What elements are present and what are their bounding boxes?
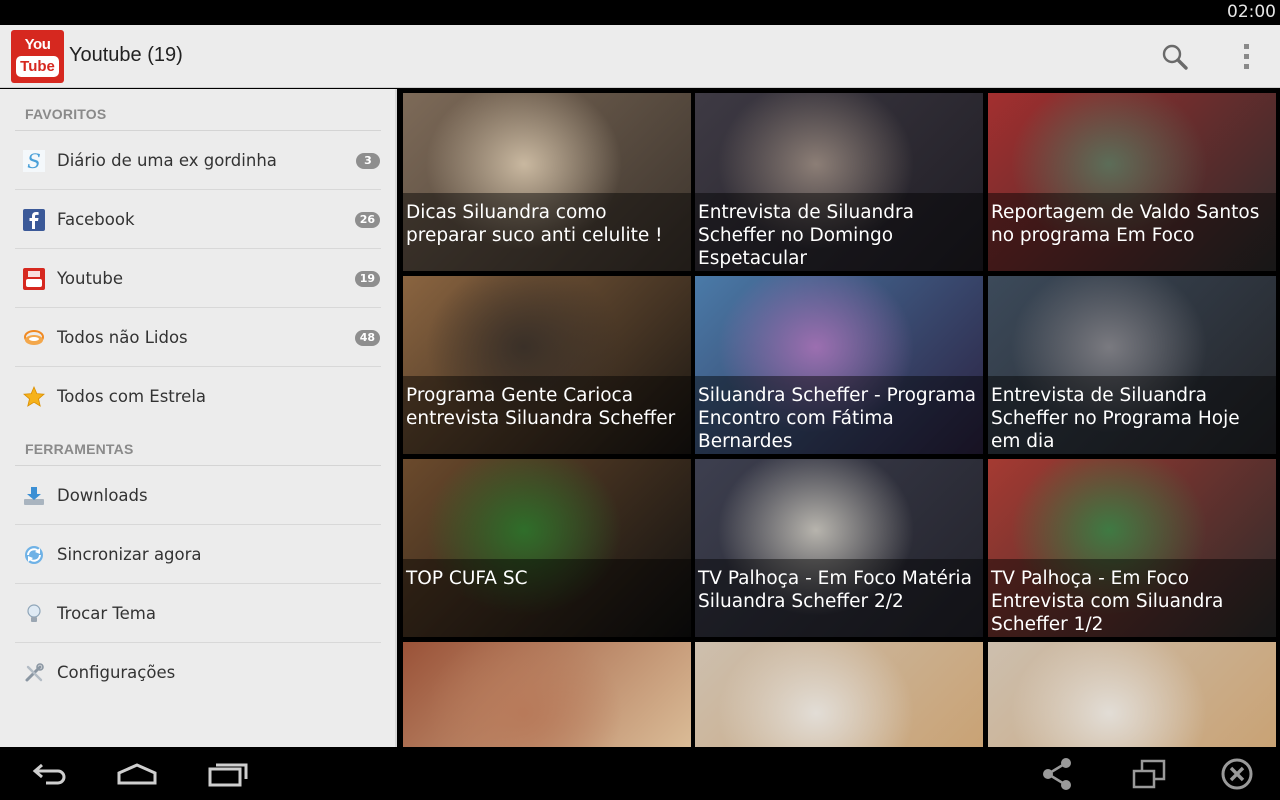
divider <box>15 366 381 367</box>
status-clock: 02:00 <box>1227 2 1276 22</box>
sidebar-item-label: Diário de uma ex gordinha <box>57 151 277 170</box>
recent-apps-button[interactable] <box>206 755 250 793</box>
youtube-logo-icon[interactable]: You Tube <box>11 30 64 83</box>
unread-count-badge: 26 <box>354 212 380 228</box>
sidebar-item-label: Youtube <box>57 269 123 288</box>
action-bar: You Tube Youtube (19) <box>0 25 1280 88</box>
video-title: Programa Gente Carioca entrevista Siluan… <box>406 385 676 429</box>
section-header-tools: FERRAMENTAS <box>25 441 134 457</box>
overflow-menu-button[interactable] <box>1226 37 1266 77</box>
star-icon <box>23 386 45 407</box>
sidebar-item-sincronizar[interactable]: Sincronizar agora <box>15 526 381 584</box>
settings-tools-icon <box>25 663 44 682</box>
video-tile[interactable]: Siluandra Scheffer - Programa Encontro c… <box>695 276 983 454</box>
video-tile[interactable]: Reportagem de Valdo Santos no programa E… <box>988 93 1276 271</box>
divider <box>15 307 381 308</box>
video-thumbnail <box>403 642 691 747</box>
system-nav-bar <box>0 747 1280 800</box>
window-button[interactable] <box>1126 755 1170 793</box>
video-title: Dicas Siluandra como preparar suco anti … <box>406 202 663 246</box>
video-title: Entrevista de Siluandra Scheffer no Prog… <box>991 385 1240 452</box>
sidebar-item-label: Trocar Tema <box>57 604 156 623</box>
search-icon <box>1162 44 1188 70</box>
download-icon <box>24 487 44 505</box>
sidebar-item-todos-nao-lidos[interactable]: Todos não Lidos 48 <box>15 309 381 367</box>
share-icon <box>1043 758 1071 790</box>
sidebar-item-downloads[interactable]: Downloads <box>15 467 381 525</box>
sidebar-item-configuracoes[interactable]: Configurações <box>15 644 381 702</box>
video-grid: Dicas Siluandra como preparar suco anti … <box>399 89 1280 747</box>
video-tile[interactable] <box>403 642 691 747</box>
back-icon <box>32 763 66 785</box>
sidebar-item-label: Configurações <box>57 663 176 682</box>
back-button[interactable] <box>26 755 70 793</box>
video-title: Reportagem de Valdo Santos no programa E… <box>991 202 1260 246</box>
divider <box>15 583 381 584</box>
facebook-icon <box>23 209 45 231</box>
page-title: Youtube (19) <box>69 44 183 66</box>
video-title: TV Palhoça - Em Foco Entrevista com Silu… <box>991 568 1224 635</box>
share-button[interactable] <box>1036 755 1080 793</box>
divider <box>15 248 381 249</box>
sidebar-item-label: Facebook <box>57 210 135 229</box>
sidebar-item-trocar-tema[interactable]: Trocar Tema <box>15 585 381 643</box>
sidebar-item-label: Todos com Estrela <box>57 387 207 406</box>
sidebar-item-label: Todos não Lidos <box>57 328 188 347</box>
sidebar-item-youtube[interactable]: Youtube 19 <box>15 250 381 308</box>
overflow-menu-icon <box>1244 44 1249 69</box>
video-tile[interactable]: TOP CUFA SC <box>403 459 691 637</box>
video-title: Entrevista de Siluandra Scheffer no Domi… <box>698 202 914 269</box>
sidebar-item-facebook[interactable]: Facebook 26 <box>15 191 381 249</box>
video-tile[interactable]: Dicas Siluandra como preparar suco anti … <box>403 93 691 271</box>
sync-icon <box>25 546 43 564</box>
video-title: TV Palhoça - Em Foco Matéria Siluandra S… <box>698 568 972 612</box>
svg-text:S: S <box>27 150 41 172</box>
video-tile[interactable] <box>695 642 983 747</box>
video-title: Siluandra Scheffer - Programa Encontro c… <box>698 385 976 452</box>
sidebar-drawer: FAVORITOS S Diário de uma ex gordinha 3 … <box>0 89 397 747</box>
video-tile[interactable]: TV Palhoça - Em Foco Matéria Siluandra S… <box>695 459 983 637</box>
home-icon <box>117 763 157 785</box>
video-tile[interactable]: Programa Gente Carioca entrevista Siluan… <box>403 276 691 454</box>
close-button[interactable] <box>1215 755 1259 793</box>
logo-text-bottom: Tube <box>16 56 59 77</box>
video-tile[interactable] <box>988 642 1276 747</box>
close-circle-icon <box>1221 758 1253 790</box>
sidebar-item-diario[interactable]: S Diário de uma ex gordinha 3 <box>15 132 381 190</box>
video-thumbnail <box>695 642 983 747</box>
window-icon <box>1132 759 1166 789</box>
lightbulb-icon <box>27 604 41 622</box>
divider <box>15 642 381 643</box>
section-header-favorites: FAVORITOS <box>25 106 107 122</box>
video-tile[interactable]: Entrevista de Siluandra Scheffer no Domi… <box>695 93 983 271</box>
divider <box>15 465 381 466</box>
unread-count-badge: 48 <box>354 330 380 346</box>
sidebar-item-label: Sincronizar agora <box>57 545 202 564</box>
video-tile[interactable]: TV Palhoça - Em Foco Entrevista com Silu… <box>988 459 1276 637</box>
divider <box>15 189 381 190</box>
video-thumbnail <box>988 642 1276 747</box>
sidebar-item-label: Downloads <box>57 486 148 505</box>
logo-text-top: You <box>24 36 51 53</box>
search-button[interactable] <box>1155 37 1195 77</box>
home-button[interactable] <box>115 755 159 793</box>
divider <box>15 524 381 525</box>
video-title: TOP CUFA SC <box>406 568 528 589</box>
sidebar-item-todos-com-estrela[interactable]: Todos com Estrela <box>15 368 381 426</box>
unread-count-badge: 3 <box>356 153 380 169</box>
youtube-icon <box>23 268 45 290</box>
unread-count-badge: 19 <box>354 271 380 287</box>
recent-apps-icon <box>208 763 248 787</box>
video-tile[interactable]: Entrevista de Siluandra Scheffer no Prog… <box>988 276 1276 454</box>
blog-s-icon: S <box>23 150 45 172</box>
unread-stack-icon <box>24 330 44 345</box>
status-bar: 02:00 <box>0 0 1280 25</box>
divider <box>15 130 381 131</box>
